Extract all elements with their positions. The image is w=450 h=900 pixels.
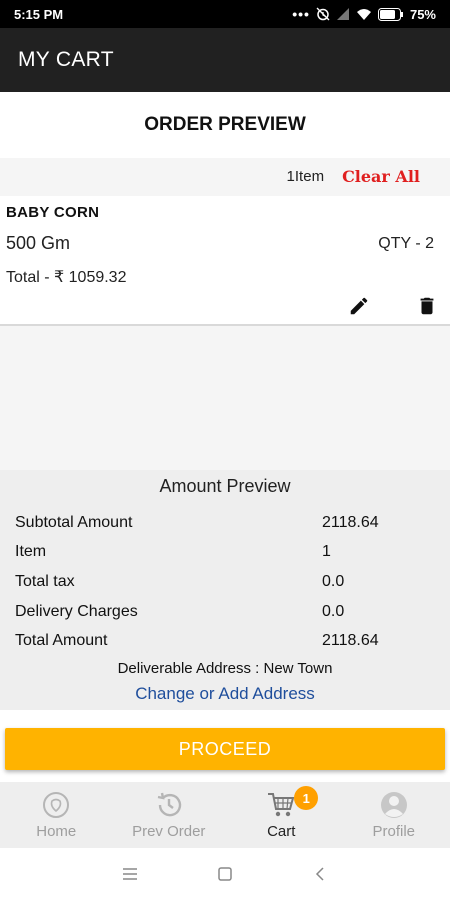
proceed-button[interactable]: PROCEED <box>5 728 445 770</box>
amount-row: Total tax 0.0 <box>15 567 435 597</box>
cart-icon-wrapper: 1 <box>266 786 319 820</box>
nav-item-home[interactable]: Home <box>0 782 113 848</box>
order-preview-title: ORDER PREVIEW <box>0 92 450 158</box>
nav-label-cart: Cart <box>267 823 296 840</box>
amount-label: Delivery Charges <box>15 602 138 620</box>
clear-all-button[interactable]: Clear All <box>342 167 420 186</box>
amount-row: Total Amount 2118.64 <box>15 626 435 656</box>
profile-icon <box>380 792 407 818</box>
cart-icon <box>268 793 295 817</box>
product-total: Total - ₹ 1059.32 <box>6 269 127 286</box>
product-name: BABY CORN <box>6 204 100 221</box>
status-bar: 5:15 PM ••• 75% <box>0 0 450 28</box>
product-quantity: QTY - 2 <box>378 235 434 252</box>
history-icon <box>157 792 181 817</box>
wifi-icon <box>356 8 371 20</box>
amount-label: Subtotal Amount <box>15 513 133 531</box>
status-icons: ••• 75% <box>292 6 436 22</box>
amount-label: Item <box>15 543 47 561</box>
amount-label: Total Amount <box>15 632 108 650</box>
cart-summary-bar: 1Item Clear All <box>0 158 450 194</box>
item-count: 1Item <box>286 167 325 185</box>
battery-percent: 75% <box>409 6 436 22</box>
amount-value: 2118.64 <box>322 632 379 650</box>
alarm-icon <box>316 7 330 21</box>
deliverable-address: Deliverable Address : New Town <box>117 660 333 677</box>
menu-icon[interactable] <box>120 864 140 884</box>
nav-label-prev-order: Prev Order <box>132 823 206 840</box>
amount-label: Total tax <box>15 572 75 590</box>
amount-rows: Subtotal Amount 2118.64 Item 1 Total tax… <box>15 508 435 656</box>
nav-label-profile: Profile <box>372 823 416 840</box>
nav-item-cart[interactable]: 1 Cart <box>225 782 338 848</box>
nav-label-home: Home <box>36 823 77 840</box>
home-icon <box>43 792 70 818</box>
back-icon[interactable] <box>310 864 330 884</box>
bottom-navigation: Home Prev Order 1 Cart Profile <box>0 782 450 848</box>
more-dots-icon: ••• <box>292 6 310 22</box>
amount-row: Delivery Charges 0.0 <box>15 597 435 627</box>
amount-preview-section: Amount Preview Subtotal Amount 2118.64 I… <box>0 470 450 710</box>
change-address-link[interactable]: Change or Add Address <box>0 684 450 704</box>
amount-value: 0.0 <box>322 602 345 620</box>
amount-value: 0.0 <box>322 572 345 590</box>
app-bar: MY CART <box>0 28 450 92</box>
delete-icon[interactable] <box>416 294 438 318</box>
cart-count-badge: 1 <box>294 786 319 810</box>
amount-row: Subtotal Amount 2118.64 <box>15 508 435 538</box>
battery-icon <box>377 7 403 21</box>
status-time: 5:15 PM <box>14 6 64 22</box>
nav-item-prev-order[interactable]: Prev Order <box>113 782 226 848</box>
amount-value: 2118.64 <box>322 513 379 531</box>
amount-preview-title: Amount Preview <box>159 476 291 496</box>
cart-item-card: BABY CORN 500 Gm QTY - 2 Total - ₹ 1059.… <box>0 196 450 326</box>
home-square-icon[interactable] <box>215 864 235 884</box>
amount-row: Item 1 <box>15 538 435 568</box>
app-title: MY CART <box>18 48 114 71</box>
edit-icon[interactable] <box>348 295 370 317</box>
signal-icon <box>336 8 349 20</box>
product-weight: 500 Gm <box>6 233 71 253</box>
system-navigation-bar <box>0 848 450 900</box>
nav-item-profile[interactable]: Profile <box>338 782 450 848</box>
amount-value: 1 <box>322 543 331 561</box>
